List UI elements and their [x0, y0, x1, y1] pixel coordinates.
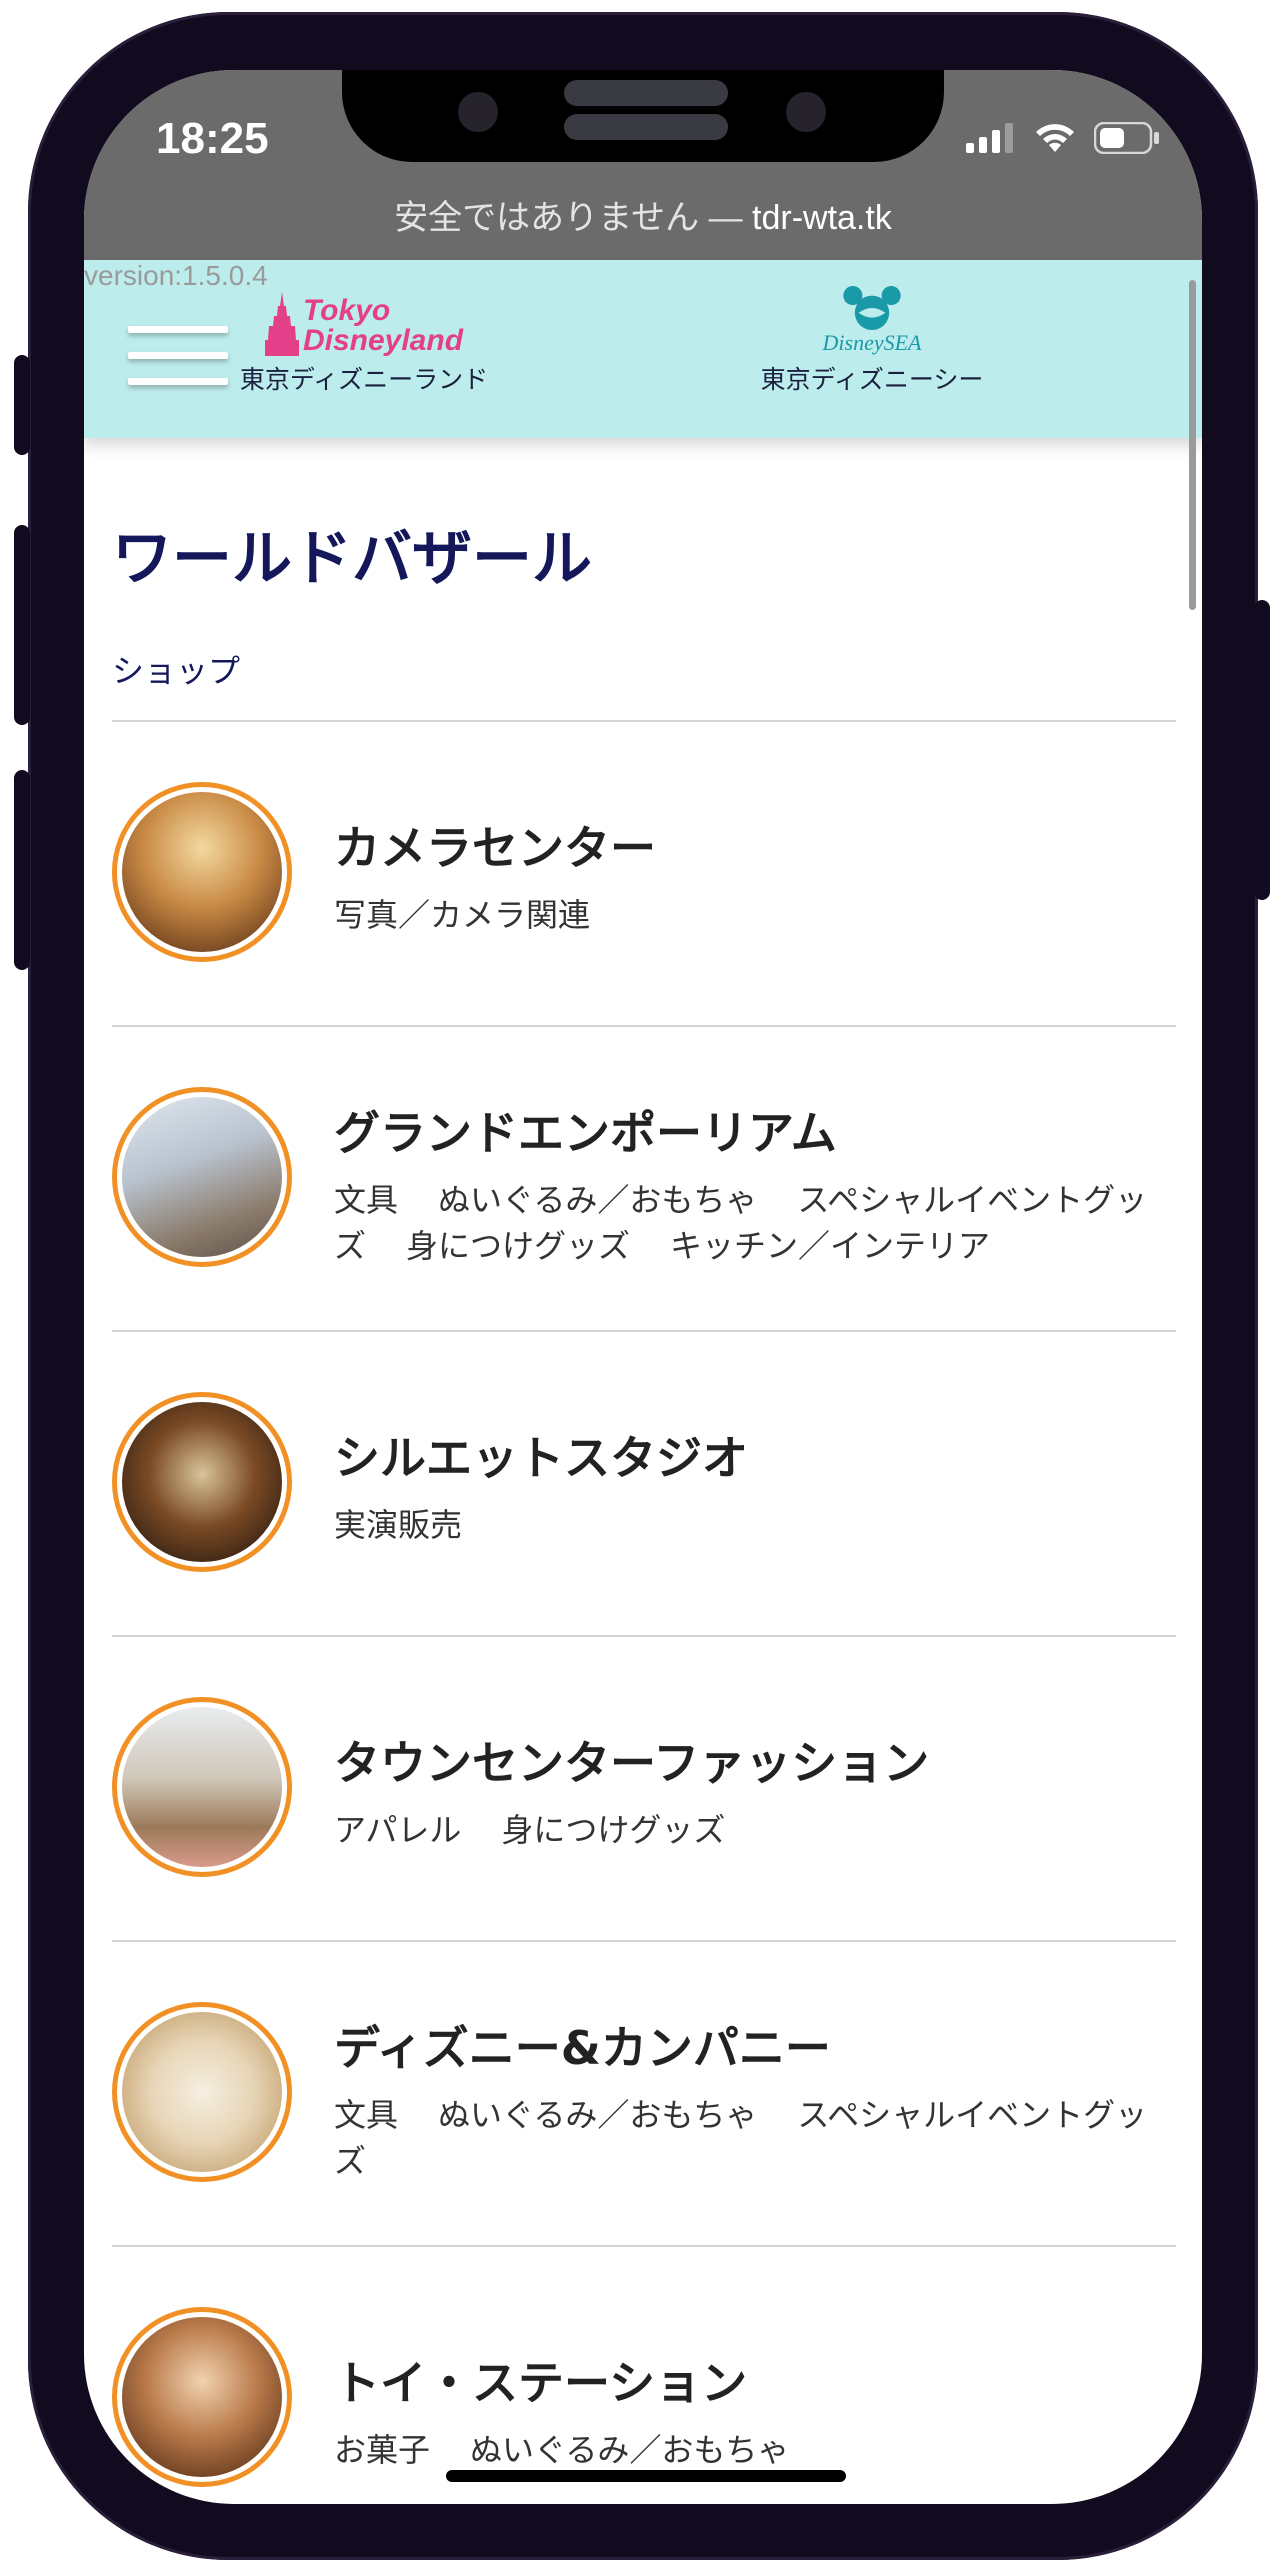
shop-thumbnail — [112, 2002, 292, 2182]
shop-name: トイ・ステーション — [334, 2356, 748, 2410]
castle-icon — [264, 292, 299, 356]
shop-row-camera-center[interactable]: カメラセンター 写真／カメラ関連 — [112, 720, 1176, 1025]
wifi-icon — [1036, 124, 1074, 152]
shop-thumbnail — [112, 1392, 292, 1572]
security-warning: 安全ではありません — — [394, 199, 743, 237]
shop-tag: 実演販売 — [334, 1506, 463, 1544]
disneysea-logo: DisneySEA — [712, 286, 1032, 356]
shop-row-toy-station[interactable]: トイ・ステーション お菓子 ぬいぐるみ／おもちゃ — [112, 2245, 1176, 2504]
shop-name: グランドエンポーリアム — [334, 1106, 837, 1160]
shop-tag: 文具 — [334, 2096, 399, 2134]
power-button — [1254, 600, 1270, 900]
scrollbar[interactable] — [1189, 280, 1196, 610]
disneyland-logo: Tokyo Disneyland — [204, 286, 524, 356]
shop-tag: お菓子 — [334, 2431, 431, 2469]
shop-tags: 実演販売 — [334, 1502, 1176, 1548]
shop-tags: 文具 ぬいぐるみ／おもちゃ スペシャルイベントグッズ — [334, 2092, 1176, 2184]
shop-tags: 写真／カメラ関連 — [334, 892, 1176, 938]
category-label: ショップ — [112, 652, 241, 690]
shop-tag: ぬいぐるみ／おもちゃ — [438, 2096, 758, 2134]
shop-thumbnail — [112, 782, 292, 962]
notch — [342, 70, 944, 162]
shop-thumbnail — [112, 1087, 292, 1267]
volume-down-button — [14, 770, 30, 970]
shop-row-disney-and-company[interactable]: ディズニー&カンパニー 文具 ぬいぐるみ／おもちゃ スペシャルイベントグッズ — [112, 1940, 1176, 2245]
shop-name: シルエットスタジオ — [334, 1431, 748, 1485]
shop-tag: キッチン／インテリア — [670, 1227, 991, 1265]
shop-tag: ぬいぐるみ／おもちゃ — [470, 2431, 790, 2469]
status-bar: 18:25 安全ではありません — tdr-wta.tk — [84, 70, 1202, 260]
shop-tag: 文具 — [334, 1181, 399, 1219]
shop-name: タウンセンターファッション — [334, 1736, 930, 1790]
mute-switch — [14, 355, 30, 455]
screen: 18:25 安全ではありません — tdr-wta.tk version:1.5… — [84, 70, 1202, 2504]
cellular-signal-icon — [966, 123, 1013, 153]
volume-up-button — [14, 525, 30, 725]
page-title: ワールドバザール — [112, 524, 592, 594]
park-link-disneysea[interactable]: DisneySEA 東京ディズニーシー — [712, 286, 1032, 396]
shop-tag: ぬいぐるみ／おもちゃ — [438, 1181, 758, 1219]
shop-tags: アパレル 身につけグッズ — [334, 1807, 1176, 1853]
shop-list: カメラセンター 写真／カメラ関連 グランドエンポーリアム 文具ぬいぐるみ／おもち… — [112, 720, 1176, 2504]
battery-icon — [1094, 122, 1159, 154]
shop-thumbnail — [112, 2307, 292, 2487]
url-bar[interactable]: 安全ではありません — tdr-wta.tk — [84, 190, 1202, 239]
clock-time: 18:25 — [156, 114, 269, 163]
status-icons — [966, 122, 1160, 154]
shop-row-grand-emporium[interactable]: グランドエンポーリアム 文具 ぬいぐるみ／おもちゃ スペシャルイベントグッズ 身につけ… — [112, 1025, 1176, 1330]
shop-tags: 文具 ぬいぐるみ／おもちゃ スペシャルイベントグッズ 身につけグッズ キッチン／インテリ… — [334, 1177, 1176, 1269]
park-link-disneyland[interactable]: Tokyo Disneyland 東京ディズニーランド — [204, 286, 524, 396]
url-host: tdr-wta.tk — [752, 199, 892, 237]
shop-thumbnail — [112, 1697, 292, 1877]
app-header: version:1.5.0.4 Tokyo Disneyland 東京ディズニー… — [84, 260, 1202, 438]
shop-tag: アパレル — [334, 1811, 462, 1849]
shop-tag: 身につけグッズ — [501, 1811, 726, 1849]
shop-tag: 身につけグッズ — [406, 1227, 631, 1265]
shop-name: カメラセンター — [334, 821, 656, 875]
shop-name: ディズニー&カンパニー — [334, 2021, 831, 2075]
home-indicator[interactable] — [446, 2470, 846, 2482]
park-label-disneysea: 東京ディズニーシー — [760, 365, 984, 394]
shop-tags: お菓子 ぬいぐるみ／おもちゃ — [334, 2427, 1176, 2473]
shop-row-silhouette-studio[interactable]: シルエットスタジオ 実演販売 — [112, 1330, 1176, 1635]
mickey-globe-icon — [843, 286, 901, 330]
shop-tag: 写真／カメラ関連 — [334, 896, 591, 934]
shop-row-town-center-fashion[interactable]: タウンセンターファッション アパレル 身につけグッズ — [112, 1635, 1176, 1940]
park-label-disneyland: 東京ディズニーランド — [239, 365, 489, 394]
